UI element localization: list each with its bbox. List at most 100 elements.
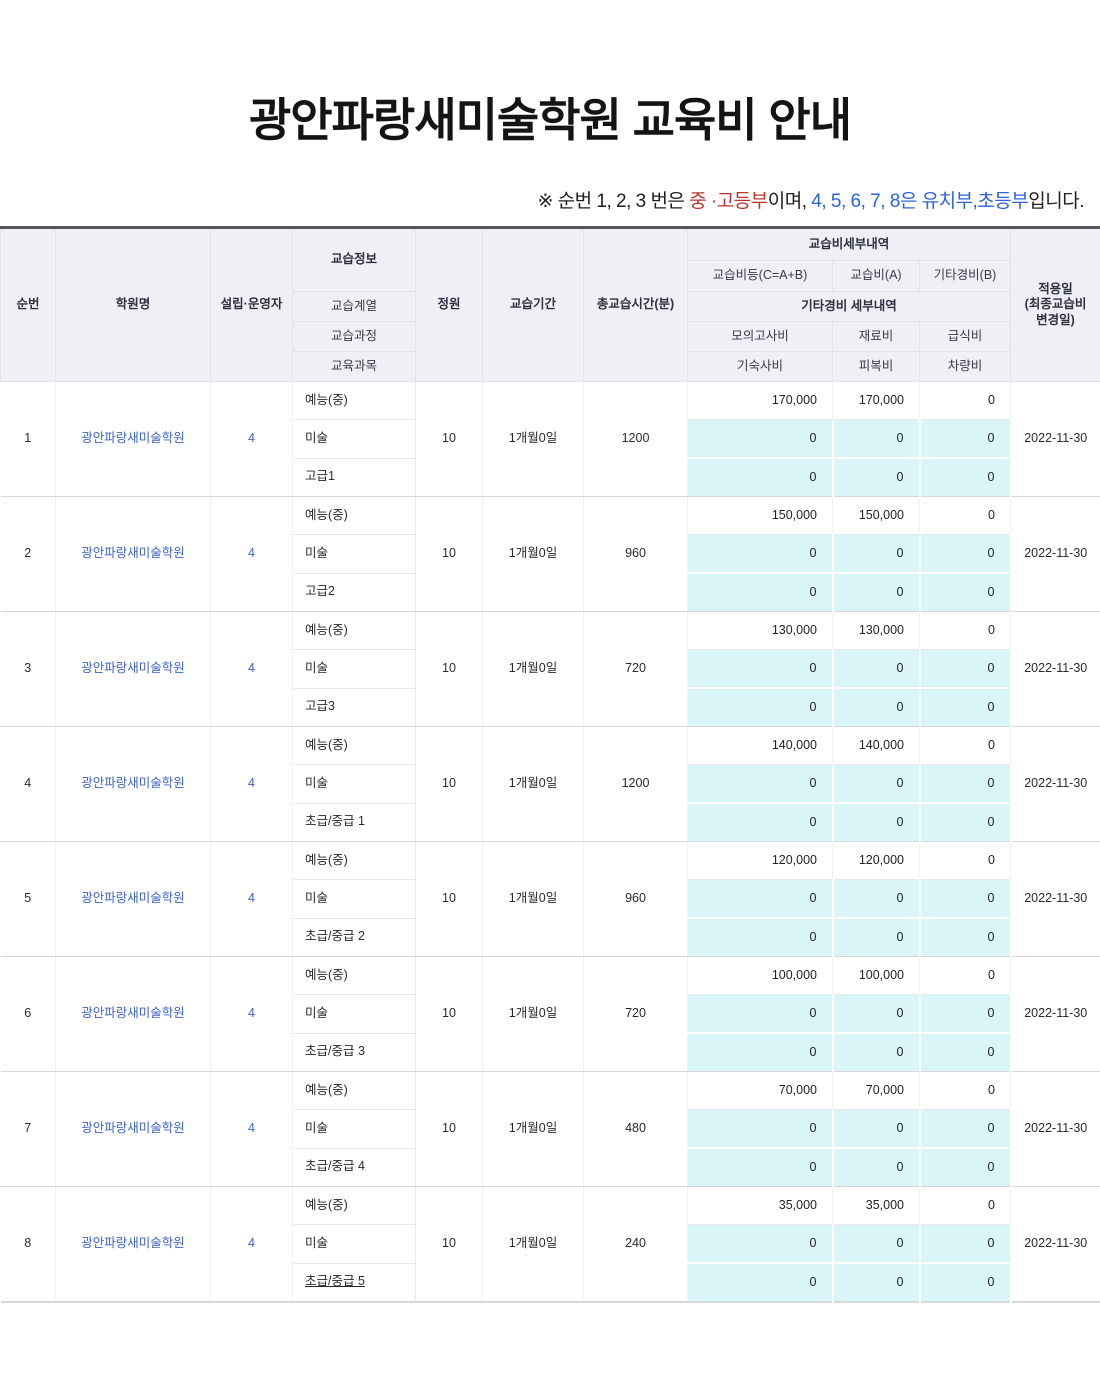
academy-name-link[interactable]: 광안파랑새미술학원 [56, 957, 211, 1072]
course-cell: 미술 [293, 535, 416, 574]
apply-date-cell: 2022-11-30 [1011, 1072, 1100, 1187]
period-cell: 1개월0일 [483, 957, 584, 1072]
course-cell: 미술 [293, 765, 416, 804]
fee-b-value: 0 [920, 1072, 1011, 1110]
fee-b-value: 0 [920, 612, 1011, 650]
series-cell: 예능(중) [293, 842, 416, 880]
founder-count-link[interactable]: 4 [211, 727, 293, 842]
dorm-fee-value: 0 [688, 1263, 833, 1302]
academy-name-link[interactable]: 광안파랑새미술학원 [56, 612, 211, 727]
header-apply-date: 적용일 (최종교습비 변경일) [1011, 228, 1100, 382]
academy-name-link[interactable]: 광안파랑새미술학원 [56, 382, 211, 497]
header-total-time: 총교습시간(분) [584, 228, 688, 382]
total-time-cell: 1200 [584, 382, 688, 497]
header-founder: 설립·운영자 [211, 228, 293, 382]
total-time-cell: 960 [584, 842, 688, 957]
table-row: 6 광안파랑새미술학원 4 예능(중) 10 1개월0일 720 100,000… [1, 957, 1100, 995]
header-fee-b: 기타경비(B) [920, 261, 1011, 292]
fee-b-value: 0 [920, 957, 1011, 995]
course-cell: 미술 [293, 650, 416, 689]
period-cell: 1개월0일 [483, 497, 584, 612]
founder-count-link[interactable]: 4 [211, 612, 293, 727]
clothing-fee-value: 0 [833, 688, 920, 727]
subject-cell: 초급/중급 2 [293, 918, 416, 957]
meal-fee-value: 0 [920, 1225, 1011, 1264]
academy-name-link[interactable]: 광안파랑새미술학원 [56, 1187, 211, 1303]
apply-date-cell: 2022-11-30 [1011, 727, 1100, 842]
founder-count-link[interactable]: 4 [211, 1072, 293, 1187]
clothing-fee-value: 0 [833, 1033, 920, 1072]
header-vehicle-fee: 차량비 [920, 352, 1011, 382]
meal-fee-value: 0 [920, 420, 1011, 459]
period-cell: 1개월0일 [483, 1187, 584, 1303]
header-fee-a: 교습비(A) [833, 261, 920, 292]
clothing-fee-value: 0 [833, 573, 920, 612]
material-fee-value: 0 [833, 1225, 920, 1264]
fee-total-value: 35,000 [688, 1187, 833, 1225]
series-cell: 예능(중) [293, 612, 416, 650]
dorm-fee-value: 0 [688, 573, 833, 612]
table-body: 1 광안파랑새미술학원 4 예능(중) 10 1개월0일 1200 170,00… [1, 382, 1100, 1303]
series-cell: 예능(중) [293, 957, 416, 995]
series-cell: 예능(중) [293, 1072, 416, 1110]
mock-exam-fee-value: 0 [688, 650, 833, 689]
vehicle-fee-value: 0 [920, 1033, 1011, 1072]
clothing-fee-value: 0 [833, 458, 920, 497]
row-number-cell: 4 [1, 727, 56, 842]
academy-name-link[interactable]: 광안파랑새미술학원 [56, 497, 211, 612]
subject-cell: 초급/중급 3 [293, 1033, 416, 1072]
dorm-fee-value: 0 [688, 918, 833, 957]
row-number-cell: 3 [1, 612, 56, 727]
dorm-fee-value: 0 [688, 458, 833, 497]
founder-count-link[interactable]: 4 [211, 497, 293, 612]
row-number-cell: 1 [1, 382, 56, 497]
founder-count-link[interactable]: 4 [211, 842, 293, 957]
founder-count-link[interactable]: 4 [211, 1187, 293, 1303]
meal-fee-value: 0 [920, 650, 1011, 689]
dorm-fee-value: 0 [688, 688, 833, 727]
fee-a-value: 120,000 [833, 842, 920, 880]
academy-name-link[interactable]: 광안파랑새미술학원 [56, 842, 211, 957]
tuition-fee-table: 순번 학원명 설립·운영자 교습정보 정원 교습기간 총교습시간(분) 교습비세… [0, 226, 1100, 1303]
header-dorm-fee: 기숙사비 [688, 352, 833, 382]
period-cell: 1개월0일 [483, 842, 584, 957]
series-cell: 예능(중) [293, 727, 416, 765]
period-cell: 1개월0일 [483, 1072, 584, 1187]
page-title: 광안파랑새미술학원 교육비 안내 [0, 0, 1100, 150]
fee-b-value: 0 [920, 497, 1011, 535]
row-number-cell: 5 [1, 842, 56, 957]
founder-count-link[interactable]: 4 [211, 382, 293, 497]
material-fee-value: 0 [833, 995, 920, 1034]
total-time-cell: 720 [584, 957, 688, 1072]
period-cell: 1개월0일 [483, 612, 584, 727]
header-seq: 순번 [1, 228, 56, 382]
apply-date-cell: 2022-11-30 [1011, 382, 1100, 497]
academy-name-link[interactable]: 광안파랑새미술학원 [56, 1072, 211, 1187]
fee-total-value: 140,000 [688, 727, 833, 765]
fee-total-value: 100,000 [688, 957, 833, 995]
academy-name-link[interactable]: 광안파랑새미술학원 [56, 727, 211, 842]
dorm-fee-value: 0 [688, 1148, 833, 1187]
fee-total-value: 150,000 [688, 497, 833, 535]
page-subtitle: ※ 순번 1, 2, 3 번은 중 ·고등부이며, 4, 5, 6, 7, 8은… [0, 186, 1100, 213]
meal-fee-value: 0 [920, 1110, 1011, 1149]
header-clothing-fee: 피복비 [833, 352, 920, 382]
table-row: 1 광안파랑새미술학원 4 예능(중) 10 1개월0일 1200 170,00… [1, 382, 1100, 420]
apply-date-cell: 2022-11-30 [1011, 612, 1100, 727]
founder-count-link[interactable]: 4 [211, 957, 293, 1072]
fee-b-value: 0 [920, 382, 1011, 420]
capacity-cell: 10 [416, 382, 483, 497]
row-number-cell: 2 [1, 497, 56, 612]
capacity-cell: 10 [416, 612, 483, 727]
mock-exam-fee-value: 0 [688, 995, 833, 1034]
table-row: 3 광안파랑새미술학원 4 예능(중) 10 1개월0일 720 130,000… [1, 612, 1100, 650]
clothing-fee-value: 0 [833, 1148, 920, 1187]
mock-exam-fee-value: 0 [688, 1225, 833, 1264]
capacity-cell: 10 [416, 727, 483, 842]
material-fee-value: 0 [833, 420, 920, 459]
capacity-cell: 10 [416, 1072, 483, 1187]
total-time-cell: 1200 [584, 727, 688, 842]
clothing-fee-value: 0 [833, 1263, 920, 1302]
vehicle-fee-value: 0 [920, 918, 1011, 957]
subject-cell: 초급/중급 5 [293, 1263, 416, 1302]
